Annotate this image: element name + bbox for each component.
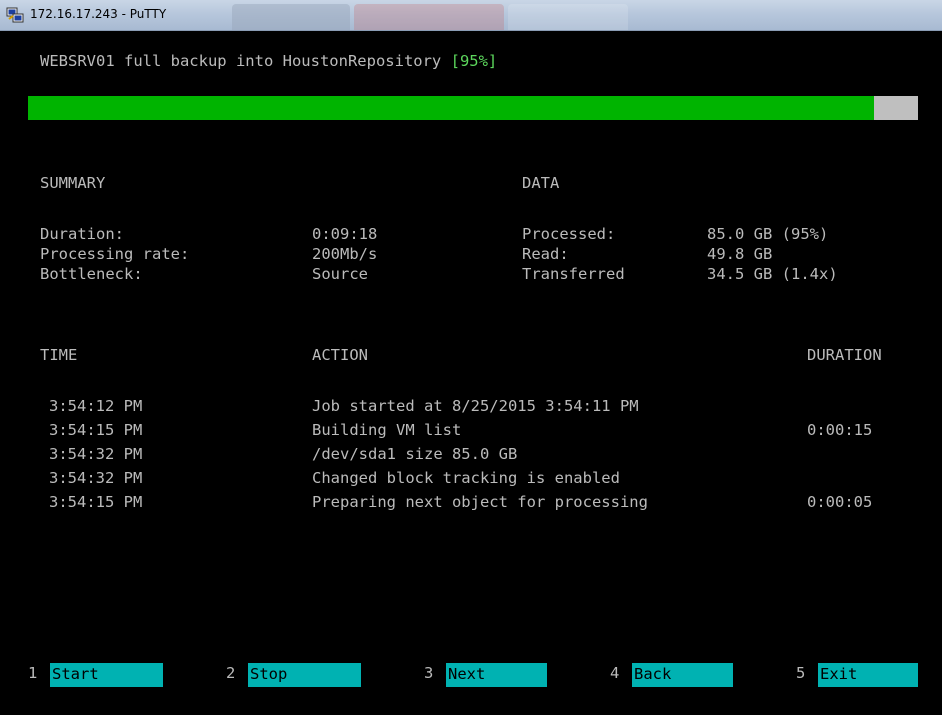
data-value: 34.5 GB (1.4x) [707,265,838,283]
summary-value: Source [312,265,368,283]
background-tab [232,4,350,30]
data-value: 49.8 GB [707,245,773,263]
progress-fill [28,96,874,120]
log-duration: 0:00:15 [807,421,873,439]
fkey-number: 5 [796,664,806,682]
log-action: Job started at 8/25/2015 3:54:11 PM [312,397,639,415]
window-title: 172.16.17.243 - PuTTY [30,7,167,21]
data-label: Read: [522,245,569,263]
fkey-number: 1 [28,664,38,682]
log-time: 3:54:32 PM [49,469,143,487]
data-label: Processed: [522,225,616,243]
log-action: /dev/sda1 size 85.0 GB [312,445,518,463]
data-value: 85.0 GB (95%) [707,225,829,243]
data-label: Transferred [522,265,625,283]
fkey-number: 2 [226,664,236,682]
log-time: 3:54:15 PM [49,421,143,439]
log-time: 3:54:15 PM [49,493,143,511]
log-header-action: ACTION [312,346,368,364]
start-button[interactable]: Start [50,663,163,687]
terminal-screen[interactable]: WEBSRV01 full backup into HoustonReposit… [4,31,938,715]
log-time: 3:54:12 PM [49,397,143,415]
job-header: WEBSRV01 full backup into HoustonReposit… [40,51,497,71]
log-header-duration: DURATION [807,346,882,364]
summary-heading: SUMMARY [40,174,106,192]
fkey-number: 4 [610,664,620,682]
title-bar[interactable]: 172.16.17.243 - PuTTY [0,0,942,31]
job-title: WEBSRV01 full backup into HoustonReposit… [40,52,451,70]
exit-button[interactable]: Exit [818,663,918,687]
log-header-time: TIME [40,346,78,364]
background-tab [354,4,504,30]
summary-label: Processing rate: [40,245,190,263]
back-button[interactable]: Back [632,663,733,687]
log-action: Preparing next object for processing [312,493,648,511]
log-action: Building VM list [312,421,462,439]
data-heading: DATA [522,174,560,192]
summary-value: 200Mb/s [312,245,378,263]
putty-icon [6,7,24,23]
background-tab [508,4,628,30]
summary-value: 0:09:18 [312,225,378,243]
summary-label: Bottleneck: [40,265,143,283]
log-duration: 0:00:05 [807,493,873,511]
putty-window: 172.16.17.243 - PuTTY WEBSRV01 full back… [0,0,942,715]
log-time: 3:54:32 PM [49,445,143,463]
progress-bar [28,96,918,120]
next-button[interactable]: Next [446,663,547,687]
stop-button[interactable]: Stop [248,663,361,687]
job-percent: [95%] [450,52,498,70]
log-action: Changed block tracking is enabled [312,469,620,487]
fkey-number: 3 [424,664,434,682]
summary-label: Duration: [40,225,124,243]
